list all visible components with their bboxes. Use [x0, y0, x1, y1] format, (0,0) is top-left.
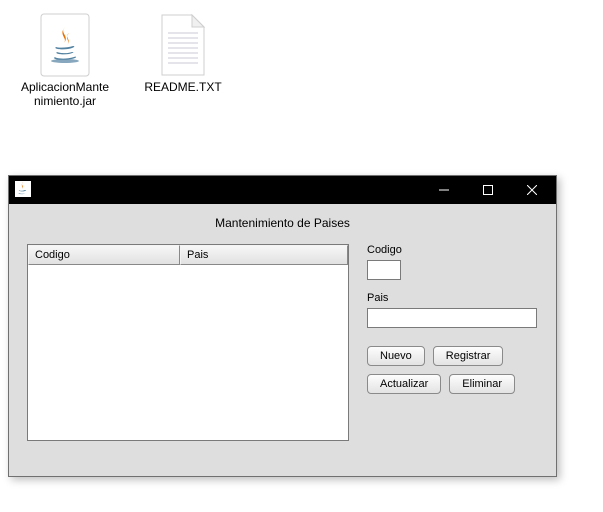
desktop-area: AplicacionMantenimiento.jar README.TXT	[20, 10, 228, 108]
titlebar[interactable]	[9, 176, 556, 204]
column-header-codigo[interactable]: Codigo	[28, 245, 180, 265]
maximize-button[interactable]	[466, 176, 510, 204]
close-button[interactable]	[510, 176, 554, 204]
actualizar-button[interactable]: Actualizar	[367, 374, 441, 394]
minimize-button[interactable]	[422, 176, 466, 204]
file-txt[interactable]: README.TXT	[138, 10, 228, 108]
pais-input[interactable]	[367, 308, 537, 328]
table-header: Codigo Pais	[28, 245, 348, 265]
pais-label: Pais	[367, 292, 538, 304]
countries-table[interactable]: Codigo Pais	[27, 244, 349, 441]
nuevo-button[interactable]: Nuevo	[367, 346, 425, 366]
codigo-input[interactable]	[367, 260, 401, 280]
eliminar-button[interactable]: Eliminar	[449, 374, 515, 394]
file-jar[interactable]: AplicacionMantenimiento.jar	[20, 10, 110, 108]
page-title: Mantenimiento de Paises	[27, 216, 538, 230]
form-panel: Codigo Pais Nuevo Registrar Actualizar E…	[367, 244, 538, 462]
file-label: AplicacionMantenimiento.jar	[20, 80, 110, 108]
file-label: README.TXT	[144, 80, 221, 94]
window-controls	[422, 176, 554, 204]
codigo-label: Codigo	[367, 244, 538, 256]
window-content: Mantenimiento de Paises Codigo Pais Codi…	[9, 204, 556, 476]
app-window: Mantenimiento de Paises Codigo Pais Codi…	[8, 175, 557, 477]
text-file-icon	[153, 10, 213, 80]
column-header-pais[interactable]: Pais	[180, 245, 348, 265]
table-body[interactable]	[28, 265, 348, 440]
java-app-icon	[15, 181, 31, 200]
java-jar-icon	[35, 10, 95, 80]
registrar-button[interactable]: Registrar	[433, 346, 504, 366]
titlebar-left	[15, 181, 31, 200]
